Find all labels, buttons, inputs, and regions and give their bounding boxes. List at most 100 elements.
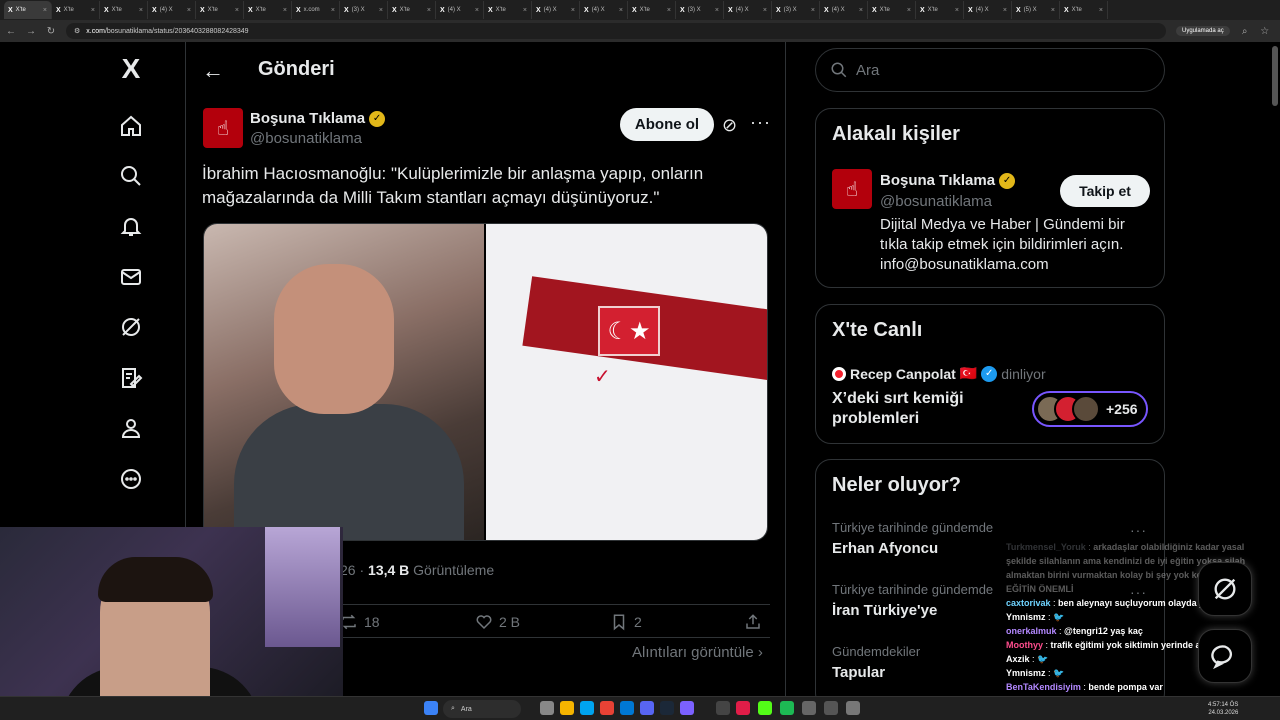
- chat-username[interactable]: caxtorivak: [1006, 598, 1051, 608]
- app-icon[interactable]: [620, 701, 634, 715]
- site-info-icon[interactable]: ⚙: [74, 27, 80, 35]
- tab-close-icon[interactable]: ×: [811, 7, 815, 14]
- chrome-icon[interactable]: [600, 701, 614, 715]
- browser-tab[interactable]: X X'te ×: [388, 1, 436, 19]
- browser-tab[interactable]: X X'te ×: [196, 1, 244, 19]
- search-placeholder[interactable]: Ara: [856, 62, 879, 79]
- browser-tab[interactable]: X X'te ×: [4, 1, 52, 19]
- trend-more-icon[interactable]: ···: [1130, 522, 1147, 538]
- app-icon[interactable]: [540, 701, 554, 715]
- zoom-icon[interactable]: ⌕: [1240, 26, 1250, 37]
- related-handle[interactable]: @bosunatiklama: [880, 193, 992, 210]
- more-icon[interactable]: ···: [750, 112, 771, 133]
- view-quotes-label[interactable]: Alıntıları görüntüle: [632, 644, 754, 661]
- browser-tab[interactable]: X X'te ×: [484, 1, 532, 19]
- retweet-button[interactable]: 18: [340, 613, 380, 631]
- browser-tab[interactable]: X X'te ×: [868, 1, 916, 19]
- url-field[interactable]: ⚙ x.com/bosunatiklama/status/20364032880…: [66, 23, 1166, 39]
- tab-close-icon[interactable]: ×: [859, 7, 863, 14]
- app-icon[interactable]: [802, 701, 816, 715]
- browser-tab[interactable]: X X'te ×: [244, 1, 292, 19]
- browser-tab[interactable]: X (4) X ×: [964, 1, 1012, 19]
- app-icon[interactable]: [736, 701, 750, 715]
- search-input[interactable]: Ara: [815, 48, 1165, 92]
- browser-tab[interactable]: X (3) X ×: [772, 1, 820, 19]
- browser-tab[interactable]: X X'te ×: [52, 1, 100, 19]
- reload-icon[interactable]: ↻: [46, 26, 56, 37]
- back-arrow-icon[interactable]: ←: [202, 58, 224, 84]
- back-nav-icon[interactable]: ←: [6, 26, 16, 37]
- tab-close-icon[interactable]: ×: [43, 7, 47, 14]
- live-listeners-button[interactable]: +256: [1032, 391, 1148, 427]
- related-name[interactable]: Boşuna Tıklama ✓: [880, 172, 1016, 189]
- tab-close-icon[interactable]: ×: [1051, 7, 1055, 14]
- browser-tab[interactable]: X (4) X ×: [724, 1, 772, 19]
- tab-close-icon[interactable]: ×: [1099, 7, 1103, 14]
- media-photo-person[interactable]: [204, 224, 484, 540]
- tab-close-icon[interactable]: ×: [283, 7, 287, 14]
- share-button[interactable]: [744, 613, 762, 631]
- browser-tab[interactable]: X (4) X ×: [580, 1, 628, 19]
- tab-close-icon[interactable]: ×: [523, 7, 527, 14]
- bookmark-button[interactable]: 2: [610, 613, 642, 631]
- browser-tab[interactable]: X X'te ×: [916, 1, 964, 19]
- tab-close-icon[interactable]: ×: [475, 7, 479, 14]
- taskbar-clock[interactable]: 4:57:14 ÖS 24.03.2026: [1208, 701, 1238, 717]
- chat-username[interactable]: BenTaKendisiyim: [1006, 682, 1081, 692]
- messages-float-button[interactable]: [1198, 629, 1252, 683]
- chat-username[interactable]: onerkalmuk: [1006, 626, 1057, 636]
- tab-close-icon[interactable]: ×: [187, 7, 191, 14]
- app-icon[interactable]: [846, 701, 860, 715]
- browser-tab[interactable]: X X'te ×: [1060, 1, 1108, 19]
- messages-icon[interactable]: [118, 264, 144, 290]
- like-button[interactable]: 2 B: [475, 613, 520, 631]
- open-in-app-button[interactable]: Uygulamada aç: [1176, 26, 1230, 36]
- discord-icon[interactable]: [640, 701, 654, 715]
- tab-close-icon[interactable]: ×: [667, 7, 671, 14]
- trend-name[interactable]: Erhan Afyoncu: [832, 540, 938, 557]
- browser-tab[interactable]: X (3) X ×: [340, 1, 388, 19]
- steam-icon[interactable]: [660, 701, 674, 715]
- tab-close-icon[interactable]: ×: [379, 7, 383, 14]
- app-icon[interactable]: [580, 701, 594, 715]
- live-host-name[interactable]: Recep Canpolat: [850, 366, 956, 382]
- subscribe-button[interactable]: Abone ol: [620, 108, 714, 141]
- tab-close-icon[interactable]: ×: [331, 7, 335, 14]
- related-avatar[interactable]: ☝: [832, 169, 872, 209]
- tab-close-icon[interactable]: ×: [955, 7, 959, 14]
- browser-tab[interactable]: X (5) X ×: [1012, 1, 1060, 19]
- folder-icon[interactable]: [560, 701, 574, 715]
- tab-close-icon[interactable]: ×: [715, 7, 719, 14]
- chat-username[interactable]: Turkmensel_Yoruk: [1006, 542, 1086, 552]
- browser-tab[interactable]: X (4) X ×: [820, 1, 868, 19]
- app-icon[interactable]: [680, 701, 694, 715]
- spotify-icon[interactable]: [780, 701, 794, 715]
- profile-icon[interactable]: [118, 415, 144, 441]
- author-name-text[interactable]: Boşuna Tıklama: [250, 110, 365, 127]
- grok-icon[interactable]: [118, 314, 144, 340]
- browser-tab[interactable]: X (3) X ×: [676, 1, 724, 19]
- author-handle[interactable]: @bosunatiklama: [250, 130, 362, 147]
- search-icon[interactable]: [118, 163, 144, 189]
- live-topic[interactable]: X’deki sırt kemiği problemleri: [832, 389, 1002, 429]
- chat-username[interactable]: Moothyy: [1006, 640, 1043, 650]
- tab-close-icon[interactable]: ×: [907, 7, 911, 14]
- browser-tab[interactable]: X (4) X ×: [148, 1, 196, 19]
- page-scrollbar[interactable]: [1272, 46, 1278, 106]
- more-options-icon[interactable]: [118, 466, 144, 492]
- forward-nav-icon[interactable]: →: [26, 26, 36, 37]
- tab-close-icon[interactable]: ×: [571, 7, 575, 14]
- media-photo-jersey[interactable]: ☾★ ✓: [486, 224, 767, 540]
- taskbar-search-label[interactable]: Ara: [461, 706, 472, 713]
- live-host[interactable]: Recep Canpolat 🇹🇷 ✓ dinliyor: [832, 365, 1046, 382]
- tab-close-icon[interactable]: ×: [619, 7, 623, 14]
- app-icon[interactable]: [824, 701, 838, 715]
- tab-close-icon[interactable]: ×: [427, 7, 431, 14]
- post-media[interactable]: ☾★ ✓: [203, 223, 768, 541]
- author-avatar[interactable]: ☝: [203, 108, 243, 148]
- chat-username[interactable]: Ymnismz: [1006, 612, 1046, 622]
- start-icon[interactable]: [424, 701, 438, 715]
- tab-close-icon[interactable]: ×: [235, 7, 239, 14]
- tab-close-icon[interactable]: ×: [91, 7, 95, 14]
- x-logo-icon[interactable]: X: [118, 53, 144, 84]
